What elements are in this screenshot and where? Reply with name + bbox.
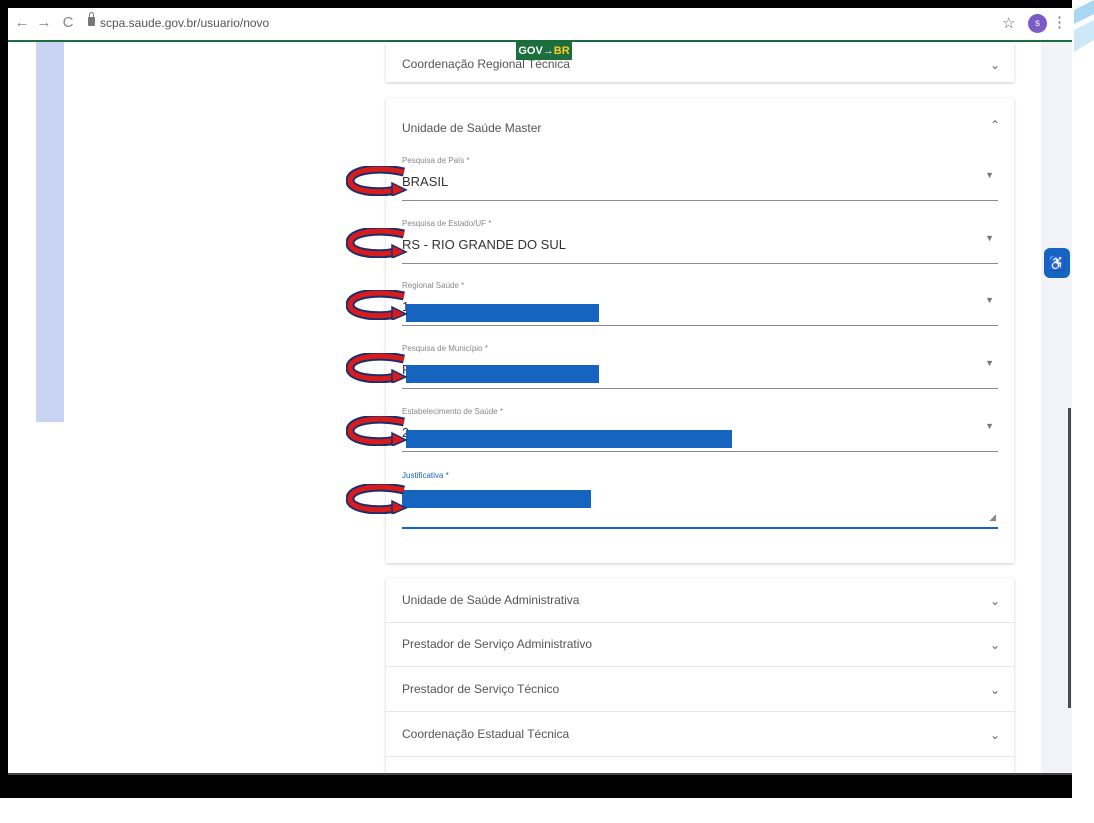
section-prestador-servico-tecnico[interactable]: Prestador de Serviço Técnico ⌄ <box>386 667 1014 712</box>
scrollbar[interactable] <box>1068 408 1071 708</box>
slide-decoration <box>1074 0 1094 52</box>
field-label: Regional Saúde * <box>402 281 465 290</box>
curved-arrow-icon <box>346 484 408 514</box>
redaction-box <box>406 304 599 322</box>
caret-down-icon[interactable]: ▼ <box>985 233 994 243</box>
section-coordenacao-estadual-tecnica[interactable]: Coordenação Estadual Técnica ⌄ <box>386 712 1014 757</box>
lock-icon <box>88 12 95 26</box>
resize-handle-icon[interactable]: ◢ <box>989 512 996 523</box>
redaction-box <box>406 430 732 448</box>
bookmark-star-icon[interactable]: ☆ <box>1002 14 1015 32</box>
window-bottom-edge <box>8 773 1072 775</box>
chevron-down-icon[interactable]: ⌄ <box>990 683 1000 697</box>
field-value: BRASIL <box>402 174 449 189</box>
left-side-panel <box>36 42 64 422</box>
field-value: RS - RIO GRANDE DO SUL <box>402 237 566 252</box>
address-bar[interactable]: scpa.saude.gov.br/usuario/novo <box>100 16 269 30</box>
caret-down-icon[interactable]: ▼ <box>985 358 994 368</box>
redaction-box <box>406 365 599 383</box>
country-select[interactable]: Pesquisa de País * BRASIL ▼ <box>402 156 998 201</box>
section-unidade-saude-master: Unidade de Saúde Master ⌃ Pesquisa de Pa… <box>386 98 1014 563</box>
curved-arrow-icon <box>346 416 408 446</box>
chevron-down-icon[interactable]: ⌄ <box>990 58 1000 72</box>
accessibility-button[interactable]: ♿ <box>1044 248 1070 278</box>
browser-toolbar: ← → C scpa.saude.gov.br/usuario/novo ☆ s… <box>8 8 1072 41</box>
curved-arrow-icon <box>346 228 408 258</box>
section-title: Unidade de Saúde Administrativa <box>402 593 580 607</box>
curved-arrow-icon <box>346 166 408 196</box>
state-select[interactable]: Pesquisa de Estado/UF * RS - RIO GRANDE … <box>402 219 998 264</box>
reload-icon[interactable]: C <box>60 14 76 31</box>
chevron-up-icon[interactable]: ⌃ <box>990 118 1000 132</box>
field-label: Pesquisa de Município * <box>402 344 488 353</box>
collapsed-sections: Unidade de Saúde Administrativa ⌄ Presta… <box>386 578 1014 775</box>
field-label: Justificativa * <box>402 471 449 480</box>
caret-down-icon[interactable]: ▼ <box>985 170 994 180</box>
section-coordenacao-regional[interactable]: Coordenação Regional Técnica ⌄ <box>386 42 1014 82</box>
chevron-down-icon[interactable]: ⌄ <box>990 594 1000 608</box>
field-label: Pesquisa de País * <box>402 156 470 165</box>
caret-down-icon[interactable]: ▼ <box>985 421 994 431</box>
back-icon[interactable]: ← <box>14 14 30 31</box>
section-title: Coordenação Estadual Técnica <box>402 727 570 741</box>
section-title: Prestador de Serviço Técnico <box>402 682 560 696</box>
browser-menu-icon[interactable]: ⋮ <box>1052 13 1067 31</box>
gov-br-logo: GOV→BR <box>516 42 572 60</box>
field-label: Pesquisa de Estado/UF * <box>402 219 492 228</box>
chevron-down-icon[interactable]: ⌄ <box>990 638 1000 652</box>
field-label: Estabelecimento de Saúde * <box>402 407 503 416</box>
caret-down-icon[interactable]: ▼ <box>985 295 994 305</box>
redaction-box <box>402 490 591 508</box>
curved-arrow-icon <box>346 290 408 320</box>
screenshot-frame: ← → C scpa.saude.gov.br/usuario/novo ☆ s… <box>0 0 1072 798</box>
profile-avatar[interactable]: s <box>1028 14 1047 33</box>
section-title: Prestador de Serviço Administrativo <box>402 637 593 651</box>
curved-arrow-icon <box>346 353 408 383</box>
chevron-down-icon[interactable]: ⌄ <box>990 728 1000 742</box>
browser-window: ← → C scpa.saude.gov.br/usuario/novo ☆ s… <box>8 8 1072 775</box>
section-unidade-saude-administrativa[interactable]: Unidade de Saúde Administrativa ⌄ <box>386 578 1014 623</box>
section-prestador-servico-administrativo[interactable]: Prestador de Serviço Administrativo ⌄ <box>386 622 1014 667</box>
forward-icon[interactable]: → <box>36 14 52 31</box>
section-title: Unidade de Saúde Master <box>402 121 542 135</box>
